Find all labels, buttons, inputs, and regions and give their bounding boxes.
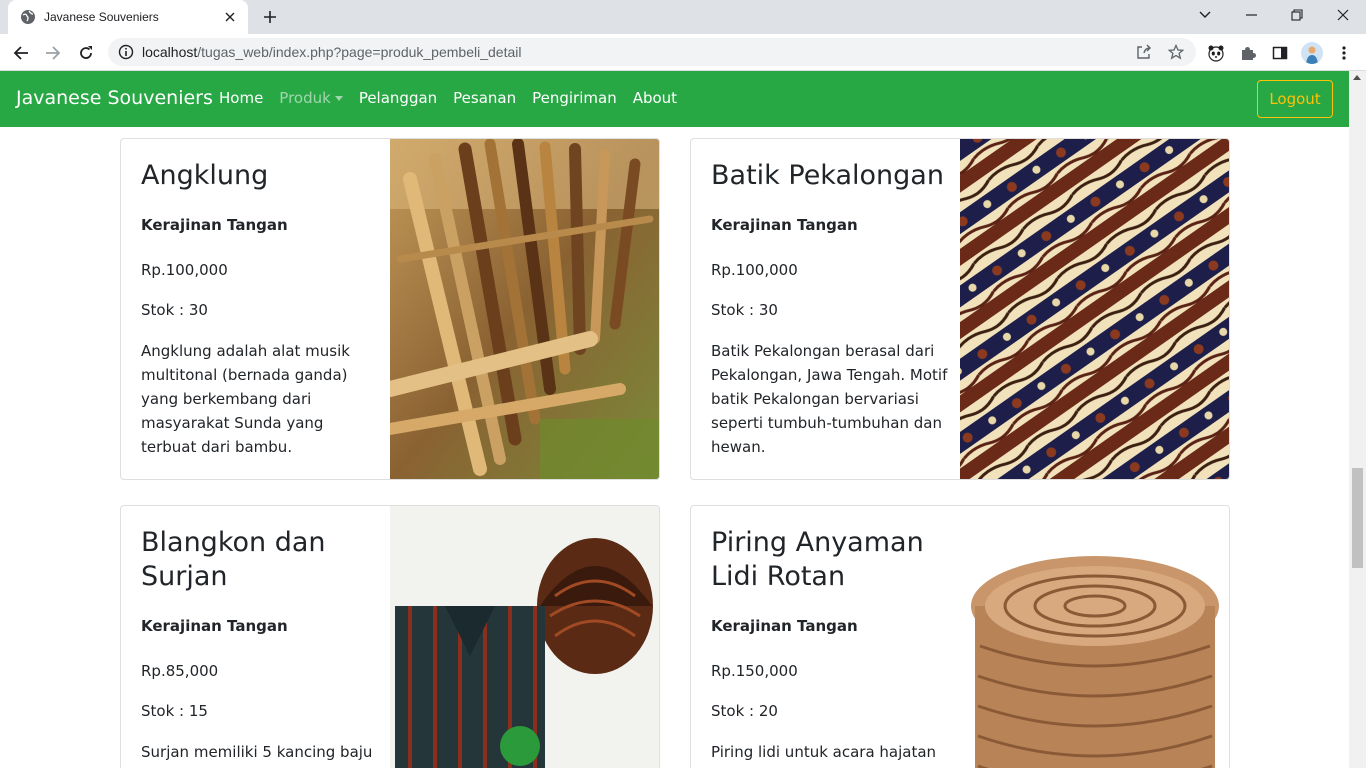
product-description: Batik Pekalongan berasal dari Pekalongan… — [711, 342, 948, 456]
tab-title: Javanese Souveniers — [44, 10, 159, 24]
page-viewport: Angklung Kerajinan Tangan Rp.100,000 Sto… — [0, 71, 1366, 768]
share-icon[interactable] — [1132, 38, 1156, 66]
product-stock: Stok : 30 — [141, 301, 208, 319]
product-name: Piring Anyaman Lidi Rotan — [711, 527, 924, 592]
angklung-image — [390, 139, 659, 479]
product-name: Blangkon dan Surjan — [141, 527, 326, 592]
product-description: Angklung adalah alat musik multitonal (b… — [141, 342, 350, 456]
product-card: Blangkon dan Surjan Kerajinan Tangan Rp.… — [120, 505, 660, 768]
side-panel-icon[interactable] — [1268, 41, 1292, 65]
info-icon[interactable] — [118, 44, 134, 60]
extensions-puzzle-icon[interactable] — [1236, 41, 1260, 65]
product-description: Surjan memiliki 5 kancing baju — [141, 743, 373, 761]
url-text: localhost/tugas_web/index.php?page=produ… — [142, 44, 522, 60]
product-category: Kerajinan Tangan — [141, 617, 288, 635]
reload-icon[interactable] — [73, 40, 99, 66]
nav-pelanggan[interactable]: Pelanggan — [359, 89, 437, 107]
close-tab-icon[interactable] — [222, 9, 238, 25]
new-tab-icon[interactable] — [258, 6, 282, 28]
browser-toolbar: localhost/tugas_web/index.php?page=produ… — [0, 34, 1366, 71]
product-name: Batik Pekalongan — [711, 160, 944, 191]
restore-icon[interactable] — [1274, 0, 1320, 30]
product-category: Kerajinan Tangan — [711, 617, 858, 635]
minimize-icon[interactable] — [1228, 0, 1274, 30]
product-description: Piring lidi untuk acara hajatan — [711, 743, 937, 761]
product-card: Angklung Kerajinan Tangan Rp.100,000 Sto… — [120, 138, 660, 480]
product-stock: Stok : 30 — [711, 301, 778, 319]
nav-produk-dropdown[interactable]: Produk — [279, 89, 343, 107]
address-bar[interactable]: localhost/tugas_web/index.php?page=produ… — [108, 38, 1196, 66]
product-card: Batik Pekalongan Kerajinan Tangan Rp.100… — [690, 138, 1230, 480]
globe-icon — [21, 10, 35, 24]
product-price: Rp.150,000 — [711, 662, 798, 680]
browser-menu-icon[interactable] — [1332, 41, 1356, 65]
piring-rotan-image — [960, 506, 1229, 768]
product-stock: Stok : 20 — [711, 702, 778, 720]
close-window-icon[interactable] — [1320, 0, 1366, 30]
product-name: Angklung — [141, 160, 269, 191]
browser-tabstrip: Javanese Souveniers — [0, 0, 1366, 34]
blangkon-surjan-image — [390, 506, 659, 768]
page-scrollbar[interactable] — [1349, 71, 1366, 768]
product-price: Rp.100,000 — [141, 261, 228, 279]
product-price: Rp.100,000 — [711, 261, 798, 279]
bookmark-star-icon[interactable] — [1164, 38, 1188, 66]
nav-about[interactable]: About — [633, 89, 677, 107]
logout-button[interactable]: Logout — [1257, 80, 1333, 118]
nav-home[interactable]: Home — [219, 89, 263, 107]
site-navbar: Javanese Souveniers Home Produk Pelangga… — [0, 71, 1349, 127]
nav-pesanan[interactable]: Pesanan — [453, 89, 516, 107]
product-price: Rp.85,000 — [141, 662, 219, 680]
brand-logo[interactable]: Javanese Souveniers — [16, 87, 213, 109]
scroll-up-icon[interactable] — [1353, 75, 1361, 80]
back-icon[interactable] — [8, 40, 34, 66]
product-category: Kerajinan Tangan — [141, 216, 288, 234]
product-card: Piring Anyaman Lidi Rotan Kerajinan Tang… — [690, 505, 1230, 768]
chevron-down-icon — [334, 96, 343, 101]
product-stock: Stok : 15 — [141, 702, 208, 720]
browser-tab[interactable]: Javanese Souveniers — [8, 0, 248, 34]
profile-avatar[interactable] — [1300, 41, 1324, 65]
product-category: Kerajinan Tangan — [711, 216, 858, 234]
panda-extension-icon[interactable] — [1204, 41, 1228, 65]
forward-icon[interactable] — [40, 40, 66, 66]
tab-search-icon[interactable] — [1182, 0, 1228, 30]
scrollbar-thumb[interactable] — [1352, 468, 1363, 568]
batik-image — [960, 139, 1229, 479]
nav-pengiriman[interactable]: Pengiriman — [532, 89, 617, 107]
